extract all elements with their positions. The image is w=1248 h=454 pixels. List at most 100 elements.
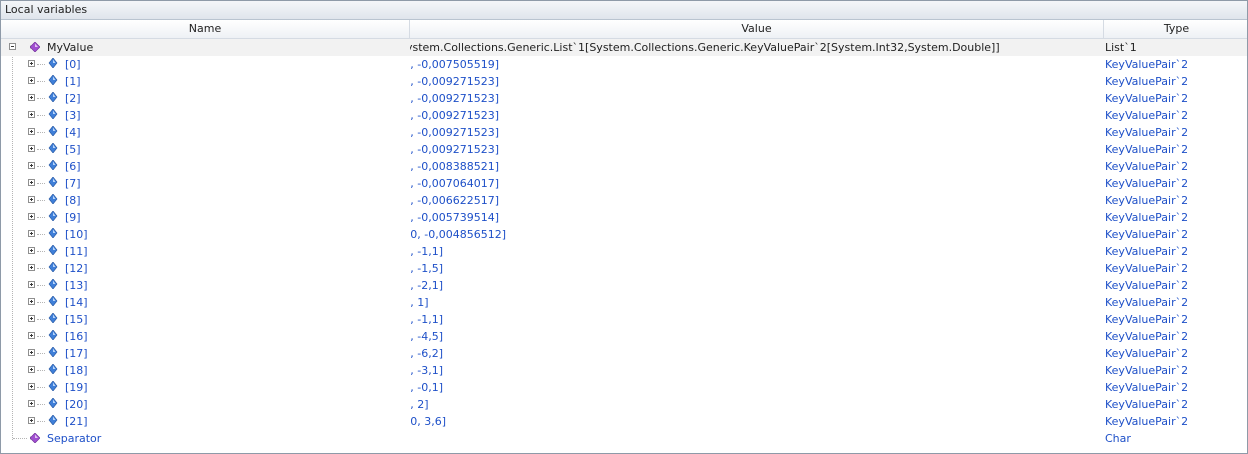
expand-icon[interactable] [28, 94, 35, 101]
field-gem-icon [48, 296, 58, 306]
value-cell: [1, -0,009271523] [410, 73, 1104, 90]
value-cell: [0, -0,007505519] [410, 56, 1104, 73]
expand-icon[interactable] [28, 383, 35, 390]
type-cell: KeyValuePair`2 [1104, 141, 1248, 158]
expand-icon[interactable] [28, 281, 35, 288]
expand-icon[interactable] [28, 247, 35, 254]
expand-icon[interactable] [28, 60, 35, 67]
tree-row[interactable]: [13] [2, -2,1] KeyValuePair`2 [1, 277, 1247, 294]
item-value: [10, -0,004856512] [410, 228, 507, 241]
item-type: KeyValuePair`2 [1105, 296, 1189, 309]
tree-row[interactable]: [7] [7, -0,007064017] KeyValuePair`2 [1, 175, 1247, 192]
name-cell: [20] [1, 396, 410, 413]
item-type: KeyValuePair`2 [1105, 75, 1189, 88]
tree-guide-line [37, 421, 45, 423]
item-type: KeyValuePair`2 [1105, 211, 1189, 224]
column-header-name[interactable]: Name [1, 20, 410, 38]
tree-row[interactable]: [15] [4, -1,1] KeyValuePair`2 [1, 311, 1247, 328]
tree-row-separator[interactable]: Separator ';' Char [1, 430, 1247, 447]
tree-guide-line [37, 183, 45, 185]
tree-row[interactable]: [5] [5, -0,009271523] KeyValuePair`2 [1, 141, 1247, 158]
expand-icon[interactable] [28, 366, 35, 373]
expand-icon[interactable] [28, 128, 35, 135]
tree-row[interactable]: [10] [10, -0,004856512] KeyValuePair`2 [1, 226, 1247, 243]
name-cell: [18] [1, 362, 410, 379]
item-value: [1, -1,5] [410, 262, 444, 275]
expand-icon[interactable] [28, 400, 35, 407]
column-header-type[interactable]: Type [1104, 20, 1248, 38]
expand-icon[interactable] [28, 77, 35, 84]
expand-icon[interactable] [28, 213, 35, 220]
item-value: [3, -0,009271523] [410, 109, 500, 122]
variables-tree: MyValue System.Collections.Generic.List`… [1, 39, 1247, 447]
value-cell: [6, -6,2] [410, 345, 1104, 362]
field-gem-icon [48, 177, 58, 187]
variable-type: Char [1105, 432, 1131, 445]
item-name: [12] [65, 262, 88, 275]
type-cell: KeyValuePair`2 [1104, 413, 1248, 430]
expand-icon[interactable] [28, 332, 35, 339]
name-cell: [19] [1, 379, 410, 396]
type-cell: KeyValuePair`2 [1104, 396, 1248, 413]
tree-row[interactable]: [0] [0, -0,007505519] KeyValuePair`2 [1, 56, 1247, 73]
item-type: KeyValuePair`2 [1105, 160, 1189, 173]
collapse-icon[interactable] [9, 43, 16, 50]
item-value: [3, 1] [410, 296, 429, 309]
tree-row[interactable]: [6] [6, -0,008388521] KeyValuePair`2 [1, 158, 1247, 175]
tree-row[interactable]: [2] [2, -0,009271523] KeyValuePair`2 [1, 90, 1247, 107]
expand-icon[interactable] [28, 230, 35, 237]
name-cell: MyValue [1, 39, 410, 56]
tree-row[interactable]: [8] [8, -0,006622517] KeyValuePair`2 [1, 192, 1247, 209]
tree-row[interactable]: [16] [5, -4,5] KeyValuePair`2 [1, 328, 1247, 345]
tree-row[interactable]: [17] [6, -6,2] KeyValuePair`2 [1, 345, 1247, 362]
value-cell: [0, -1,1] [410, 243, 1104, 260]
tree-guide-line [13, 438, 27, 440]
expand-icon[interactable] [28, 349, 35, 356]
tree-guide-line [37, 234, 45, 236]
item-value: [7, -0,007064017] [410, 177, 500, 190]
tree-row[interactable]: [19] [8, -0,1] KeyValuePair`2 [1, 379, 1247, 396]
name-cell: [11] [1, 243, 410, 260]
value-cell: [10, 3,6] [410, 413, 1104, 430]
item-type: KeyValuePair`2 [1105, 398, 1189, 411]
name-cell: [8] [1, 192, 410, 209]
expand-icon[interactable] [28, 315, 35, 322]
item-type: KeyValuePair`2 [1105, 58, 1189, 71]
name-cell: [1] [1, 73, 410, 90]
field-gem-icon [48, 143, 58, 153]
name-cell: [13] [1, 277, 410, 294]
tree-row[interactable]: [9] [9, -0,005739514] KeyValuePair`2 [1, 209, 1247, 226]
type-cell: KeyValuePair`2 [1104, 345, 1248, 362]
expand-icon[interactable] [28, 145, 35, 152]
item-value: [2, -0,009271523] [410, 92, 500, 105]
item-value: [6, -0,008388521] [410, 160, 500, 173]
tree-row[interactable]: [1] [1, -0,009271523] KeyValuePair`2 [1, 73, 1247, 90]
tree-row[interactable]: [18] [7, -3,1] KeyValuePair`2 [1, 362, 1247, 379]
tree-row[interactable]: [3] [3, -0,009271523] KeyValuePair`2 [1, 107, 1247, 124]
item-name: [7] [65, 177, 81, 190]
expand-icon[interactable] [28, 264, 35, 271]
field-gem-icon [48, 347, 58, 357]
expand-icon[interactable] [28, 417, 35, 424]
field-gem-icon [48, 245, 58, 255]
tree-row-root[interactable]: MyValue System.Collections.Generic.List`… [1, 39, 1247, 56]
expand-icon[interactable] [28, 179, 35, 186]
value-cell: [10, -0,004856512] [410, 226, 1104, 243]
type-cell: KeyValuePair`2 [1104, 362, 1248, 379]
expand-icon[interactable] [28, 196, 35, 203]
expand-icon[interactable] [28, 162, 35, 169]
tree-row[interactable]: [21] [10, 3,6] KeyValuePair`2 [1, 413, 1247, 430]
field-gem-icon [48, 58, 58, 68]
tree-row[interactable]: [14] [3, 1] KeyValuePair`2 [1, 294, 1247, 311]
item-name: [5] [65, 143, 81, 156]
expand-icon[interactable] [28, 298, 35, 305]
tree-row[interactable]: [11] [0, -1,1] KeyValuePair`2 [1, 243, 1247, 260]
column-header-value[interactable]: Value [410, 20, 1104, 38]
tree-row[interactable]: [4] [4, -0,009271523] KeyValuePair`2 [1, 124, 1247, 141]
tree-row[interactable]: [12] [1, -1,5] KeyValuePair`2 [1, 260, 1247, 277]
variable-type: List`1 [1105, 41, 1137, 54]
type-cell: KeyValuePair`2 [1104, 90, 1248, 107]
tree-row[interactable]: [20] [9, 2] KeyValuePair`2 [1, 396, 1247, 413]
expand-icon[interactable] [28, 111, 35, 118]
name-cell: [10] [1, 226, 410, 243]
